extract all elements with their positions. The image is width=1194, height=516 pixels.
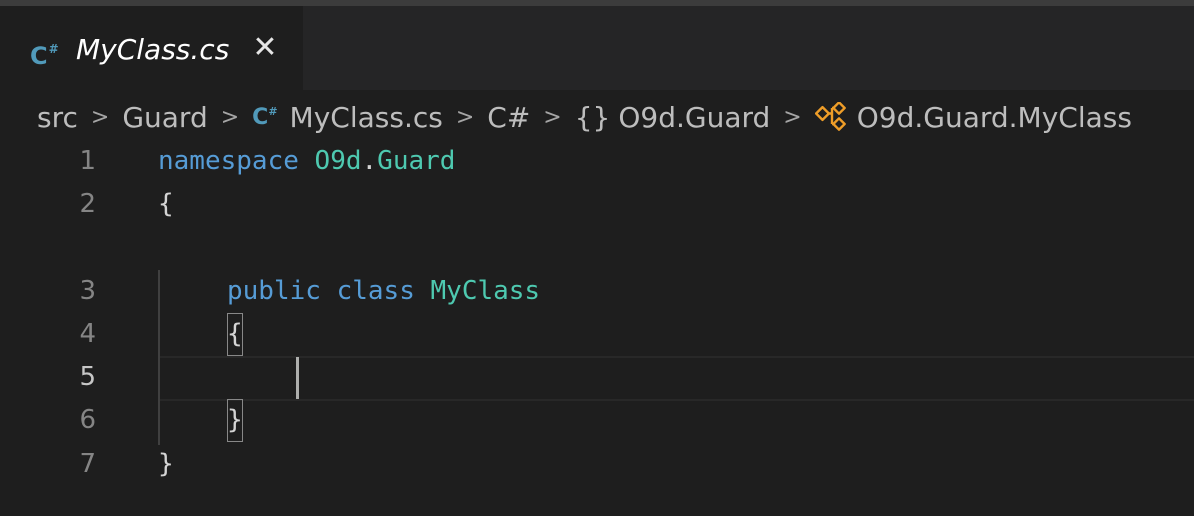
close-brace-matched: } [227, 399, 243, 442]
line-text: namespace O9d.Guard [158, 140, 455, 183]
code-line-6[interactable]: 6 } [0, 399, 1194, 442]
code-line-5[interactable]: 5 [0, 356, 1194, 399]
namespace-part: O9d [314, 146, 362, 176]
code-line-4[interactable]: 4 { [0, 313, 1194, 356]
editor-window: C# MyClass.cs ✕ src > Guard > C# MyClass… [0, 0, 1194, 516]
tab-label: MyClass.cs [76, 33, 230, 66]
tab-bar: C# MyClass.cs ✕ [0, 6, 1194, 90]
class-name: MyClass [430, 276, 541, 306]
keyword-public: public [227, 276, 321, 306]
breadcrumb-language[interactable]: C# [487, 101, 530, 134]
close-icon[interactable]: ✕ [251, 30, 279, 66]
line-number: 4 [79, 319, 96, 349]
line-number: 3 [79, 276, 96, 306]
tab-myclass[interactable]: C# MyClass.cs ✕ [0, 6, 303, 90]
breadcrumb-guard[interactable]: Guard [122, 101, 207, 134]
namespace-icon: {} [574, 100, 611, 134]
text-cursor [296, 357, 299, 399]
line-number: 7 [79, 449, 96, 479]
chevron-right-icon: > [90, 104, 110, 130]
dot: . [361, 146, 378, 176]
breadcrumb-class[interactable]: O9d.Guard.MyClass [857, 101, 1132, 134]
namespace-part: Guard [377, 146, 456, 176]
code-editor[interactable]: 1 namespace O9d.Guard 2 { 3 public class… [0, 140, 1194, 516]
line-number: 6 [79, 405, 96, 435]
breadcrumb-file[interactable]: MyClass.cs [290, 101, 443, 134]
code-line-3[interactable]: 3 public class MyClass [0, 270, 1194, 313]
line-number: 1 [79, 146, 96, 176]
close-brace: } [158, 449, 174, 479]
breadcrumb-namespace[interactable]: O9d.Guard [618, 101, 770, 134]
line-number-active: 5 [79, 362, 96, 392]
keyword-namespace: namespace [158, 146, 299, 176]
line-text: public class MyClass [227, 270, 540, 313]
keyword-class: class [336, 276, 415, 306]
code-line-1[interactable]: 1 namespace O9d.Guard [0, 140, 1194, 183]
code-line-7[interactable]: 7 } [0, 443, 1194, 486]
line-number: 2 [79, 189, 96, 219]
chevron-right-icon: > [783, 104, 802, 130]
code-line-2[interactable]: 2 { [0, 183, 1194, 226]
chevron-right-icon: > [455, 104, 475, 130]
csharp-file-icon: C# [30, 42, 59, 70]
breadcrumb-src[interactable]: src [37, 101, 78, 134]
chevron-right-icon: > [543, 104, 562, 130]
open-brace: { [158, 189, 174, 219]
csharp-file-icon: C# [252, 104, 278, 130]
breadcrumb: src > Guard > C# MyClass.cs > C# > {} O9… [37, 96, 1194, 138]
chevron-right-icon: > [220, 104, 240, 130]
class-symbol-icon [814, 102, 846, 131]
open-brace-matched: { [227, 313, 243, 356]
